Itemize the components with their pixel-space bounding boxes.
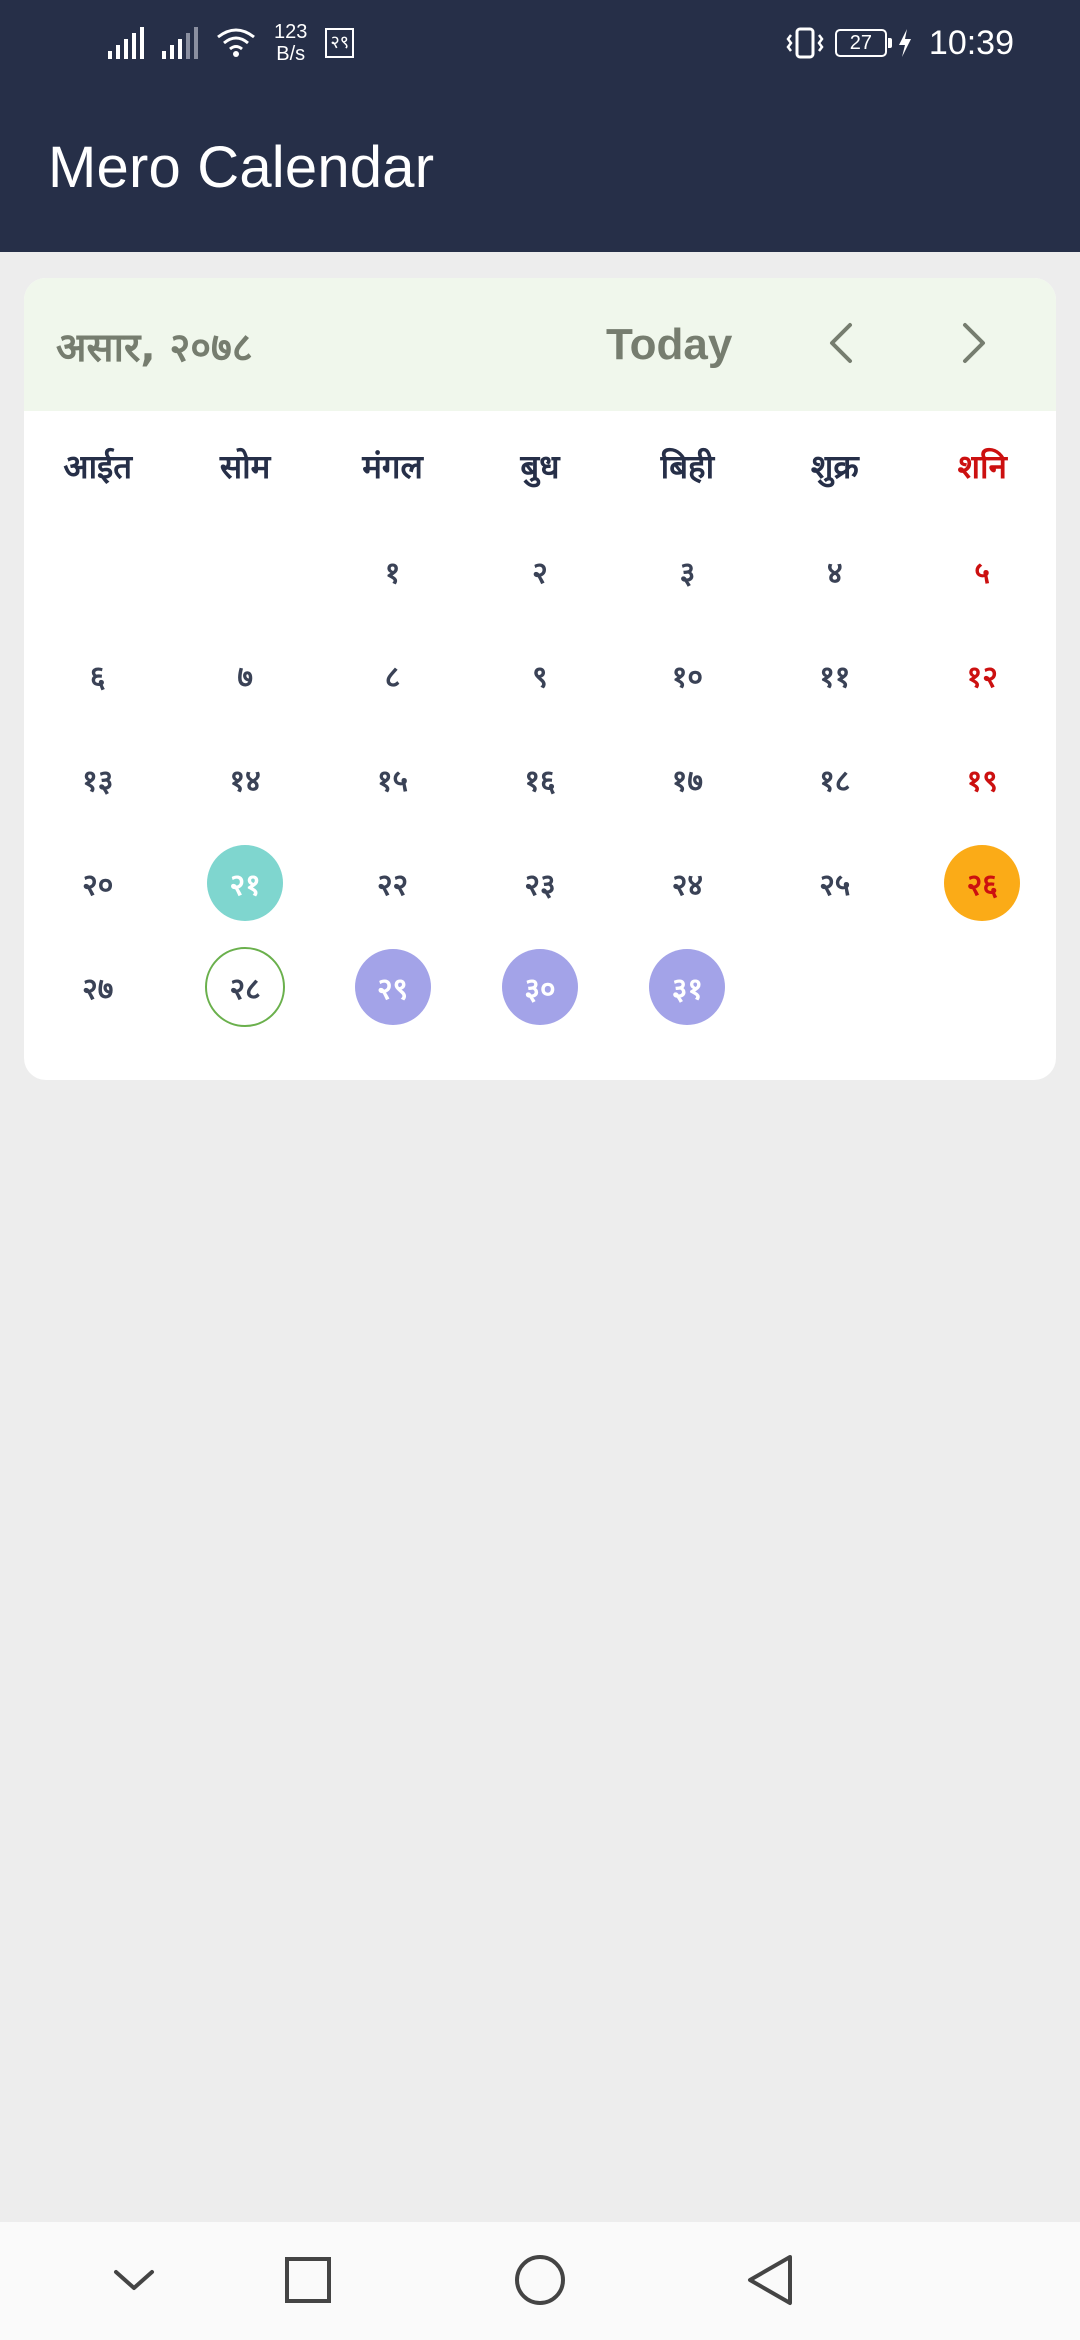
network-speed-value: 123 — [274, 21, 308, 43]
day-cell[interactable]: १३ — [60, 741, 136, 817]
network-speed: 123 B/s — [274, 21, 307, 65]
weekday-thu: बिही — [660, 446, 715, 486]
week-row: १ २ ३ ४ ५ — [24, 519, 1056, 623]
day-cell-event[interactable]: २९ — [354, 949, 431, 1025]
day-cell[interactable]: २२ — [355, 845, 431, 921]
day-cell[interactable]: ५ — [944, 533, 1020, 609]
calendar-card: असार, २०७८ Today आईत सोम मंगल बुध बिही श… — [24, 278, 1056, 1080]
system-nav-bar — [0, 2222, 1080, 2340]
app-title: Mero Calendar — [48, 135, 435, 200]
day-cell[interactable]: ६ — [60, 637, 136, 713]
day-cell[interactable]: २ — [502, 533, 578, 609]
day-cell[interactable]: १७ — [649, 741, 725, 817]
weekday-row: आईत सोम मंगल बुध बिही शुक्र शनि — [24, 411, 1056, 519]
chevron-down-icon — [114, 2270, 154, 2290]
day-cell[interactable]: ३ — [649, 533, 725, 609]
day-cell[interactable]: १९ — [944, 741, 1020, 817]
week-row: १३ १४ १५ १६ १७ १८ १९ — [24, 727, 1056, 831]
week-row: २० २१ २२ २३ २४ २५ २६ — [24, 831, 1056, 935]
battery-icon: 27 — [834, 29, 892, 57]
day-cell[interactable]: १२ — [944, 637, 1020, 713]
day-cell-event[interactable]: ३१ — [649, 949, 726, 1025]
next-month-button[interactable] — [939, 308, 1009, 378]
charging-icon — [898, 29, 911, 57]
calendar-grid: आईत सोम मंगल बुध बिही शुक्र शनि १ २ ३ ४ … — [24, 411, 1056, 1039]
circle-icon — [515, 2255, 565, 2305]
back-button[interactable] — [734, 2244, 806, 2316]
weekday-sat: शनि — [957, 446, 1007, 486]
day-cell-today[interactable]: २८ — [205, 947, 286, 1027]
network-speed-unit: B/s — [276, 43, 306, 65]
day-cell[interactable]: १५ — [355, 741, 431, 817]
signal-icon-2 — [162, 27, 198, 59]
day-cell[interactable]: ११ — [797, 637, 873, 713]
day-cell-holiday[interactable]: २६ — [944, 845, 1021, 921]
header: 123 B/s २९ 27 10:39 Mero Calendar — [0, 0, 1080, 252]
chevron-right-icon — [963, 323, 985, 363]
day-cell[interactable]: १४ — [207, 741, 283, 817]
clock: 10:39 — [928, 23, 1014, 62]
day-cell[interactable]: २४ — [649, 845, 725, 921]
day-cell[interactable]: २० — [60, 845, 136, 921]
day-cell-marked[interactable]: २१ — [207, 845, 284, 921]
vibrate-icon — [786, 27, 824, 59]
today-button[interactable]: Today — [606, 320, 732, 370]
home-button[interactable] — [504, 2244, 576, 2316]
wifi-icon — [217, 28, 255, 57]
weekday-sun: आईत — [63, 446, 133, 486]
status-left: 123 B/s २९ — [108, 18, 355, 68]
weekday-mon: सोम — [219, 446, 271, 486]
recents-button[interactable] — [272, 2244, 344, 2316]
day-cell[interactable]: १८ — [797, 741, 873, 817]
status-right: 27 10:39 — [785, 18, 1014, 68]
day-cell[interactable]: २५ — [797, 845, 873, 921]
day-cell[interactable]: ७ — [207, 637, 283, 713]
calendar-header: असार, २०७८ Today — [24, 278, 1056, 411]
previous-month-button[interactable] — [806, 308, 876, 378]
status-bar: 123 B/s २९ 27 10:39 — [0, 0, 1080, 84]
day-cell[interactable]: २३ — [502, 845, 578, 921]
weekday-fri: शुक्र — [810, 446, 859, 486]
day-cell[interactable]: १६ — [502, 741, 578, 817]
day-cell[interactable]: १० — [649, 637, 725, 713]
notification-badge: २९ — [325, 28, 355, 58]
day-cell-event[interactable]: ३० — [501, 949, 578, 1025]
day-cell[interactable]: ९ — [502, 637, 578, 713]
day-cell[interactable]: ८ — [355, 637, 431, 713]
hide-nav-button[interactable] — [98, 2244, 170, 2316]
square-icon — [285, 2257, 331, 2303]
week-row: २७ २८ २९ ३० ३१ — [24, 935, 1056, 1039]
month-label: असार, २०७८ — [56, 325, 253, 371]
week-row: ६ ७ ८ ९ १० ११ १२ — [24, 623, 1056, 727]
day-cell[interactable]: १ — [355, 533, 431, 609]
day-cell[interactable]: २७ — [60, 949, 136, 1025]
chevron-left-icon — [830, 323, 852, 363]
triangle-back-icon — [748, 2255, 792, 2305]
weekday-wed: बुध — [520, 446, 560, 486]
signal-icon — [108, 27, 144, 59]
weekday-tue: मंगल — [362, 446, 423, 486]
day-cell[interactable]: ४ — [797, 533, 873, 609]
